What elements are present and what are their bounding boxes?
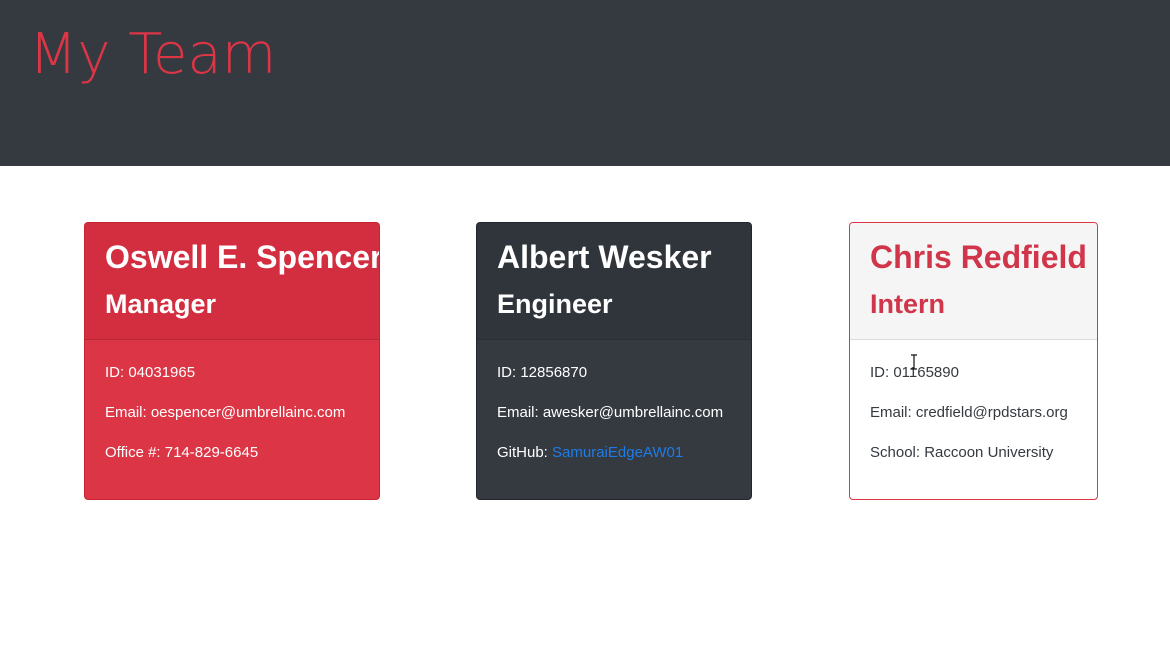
engineer-card-body: ID: 12856870 Email: awesker@umbrellainc.… (497, 361, 741, 481)
engineer-email-line: Email: awesker@umbrellainc.com (497, 401, 741, 425)
page-title: My Team (29, 22, 277, 87)
intern-email: credfield@rpdstars.org (915, 404, 1068, 421)
intern-name: Chris Redfield (870, 239, 1087, 275)
intern-card: Chris Redfield Intern ID: 01165890 Email… (849, 222, 1098, 500)
engineer-role: Engineer (497, 289, 613, 319)
intern-card-body: ID: 01165890 Email: credfield@rpdstars.o… (870, 361, 1087, 481)
intern-email-line: Email: credfield@rpdstars.org (870, 401, 1087, 425)
manager-email-label: Email: (105, 404, 151, 421)
manager-office-number: Office #: 714-829-6645 (105, 444, 259, 461)
manager-card-body: ID: 04031965 Email: oespencer@umbrellain… (105, 361, 369, 481)
engineer-email: awesker@umbrellainc.com (542, 404, 724, 421)
manager-card-header: Oswell E. Spencer Manager (85, 223, 379, 340)
intern-card-header: Chris Redfield Intern (850, 223, 1097, 340)
engineer-email-label: Email: (497, 404, 543, 421)
manager-id: ID: 04031965 (105, 364, 196, 381)
page-header: My Team (0, 0, 1170, 166)
engineer-github-label: GitHub: (497, 444, 553, 461)
manager-email-line: Email: oespencer@umbrellainc.com (105, 401, 369, 425)
engineer-name: Albert Wesker (497, 239, 712, 275)
intern-role: Intern (870, 289, 946, 319)
engineer-github-line: GitHub: SamuraiEdgeAW01 (497, 441, 741, 465)
manager-role: Manager (105, 289, 217, 319)
manager-email: oespencer@umbrellainc.com (150, 404, 346, 421)
engineer-card: Albert Wesker Engineer ID: 12856870 Emai… (476, 222, 752, 500)
manager-card: Oswell E. Spencer Manager ID: 04031965 E… (84, 222, 380, 500)
intern-id: ID: 01165890 (870, 364, 959, 381)
intern-email-label: Email: (870, 404, 916, 421)
github-link[interactable]: SamuraiEdgeAW01 (552, 444, 683, 461)
manager-name: Oswell E. Spencer (105, 239, 380, 275)
intern-school: School: Raccoon University (870, 444, 1054, 461)
engineer-id: ID: 12856870 (497, 364, 588, 381)
engineer-card-header: Albert Wesker Engineer (477, 223, 751, 340)
